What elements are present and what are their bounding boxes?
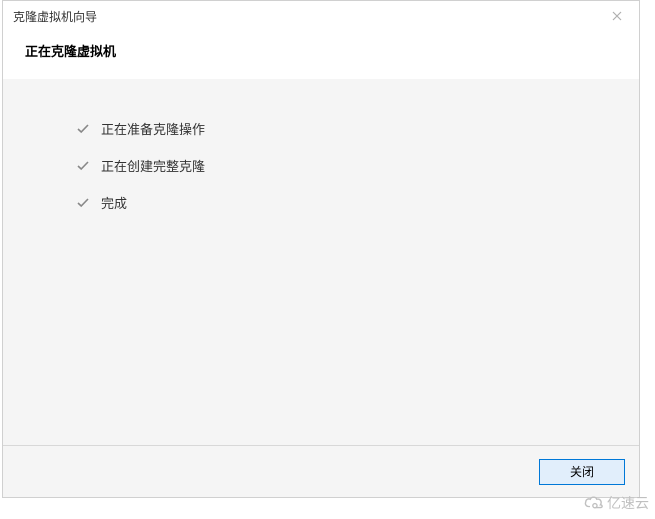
step-label: 完成 [101,193,127,212]
check-icon [75,161,91,171]
close-icon[interactable] [603,2,631,30]
check-icon [75,124,91,134]
step-item: 正在准备克隆操作 [75,119,639,138]
step-item: 正在创建完整克隆 [75,156,639,175]
step-item: 完成 [75,193,639,212]
titlebar: 克隆虚拟机向导 [3,1,639,31]
step-label: 正在创建完整克隆 [101,156,205,175]
step-label: 正在准备克隆操作 [101,119,205,138]
content-area: 正在准备克隆操作 正在创建完整克隆 完成 [3,79,639,445]
header-title: 正在克隆虚拟机 [25,41,617,60]
header: 正在克隆虚拟机 [3,31,639,78]
close-button[interactable]: 关闭 [539,459,625,485]
dialog-title: 克隆虚拟机向导 [13,8,97,25]
clone-vm-wizard-dialog: 克隆虚拟机向导 正在克隆虚拟机 正在准备克隆操作 正在创建完整克隆 完成 [2,0,640,498]
footer: 关闭 [3,445,639,497]
check-icon [75,198,91,208]
